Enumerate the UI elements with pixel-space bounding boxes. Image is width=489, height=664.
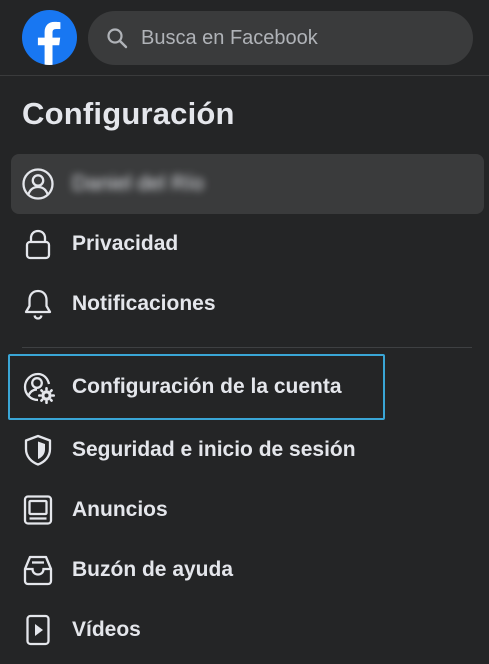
menu-item-notifications[interactable]: Notificaciones: [11, 274, 484, 334]
menu-item-profile[interactable]: Daniel del Río: [11, 154, 484, 214]
divider: [22, 347, 472, 348]
user-gear-icon: [21, 370, 55, 404]
monitor-icon: [21, 493, 55, 527]
menu-item-support-inbox[interactable]: Buzón de ayuda: [11, 540, 484, 600]
shield-icon: [21, 433, 55, 467]
menu-item-label: Seguridad e inicio de sesión: [72, 438, 356, 461]
bell-icon: [21, 287, 55, 321]
menu-item-videos[interactable]: Vídeos: [11, 600, 484, 660]
menu-item-ads[interactable]: Anuncios: [11, 480, 484, 540]
facebook-logo[interactable]: [22, 10, 77, 65]
inbox-icon: [21, 553, 55, 587]
menu-item-label: Buzón de ayuda: [72, 558, 234, 581]
facebook-f-icon: [37, 21, 61, 65]
menu-item-label: Notificaciones: [72, 292, 216, 315]
menu-item-label: Vídeos: [72, 618, 141, 641]
menu-item-privacy[interactable]: Privacidad: [11, 214, 484, 274]
video-icon: [21, 613, 55, 647]
menu-item-label: Privacidad: [72, 232, 179, 255]
menu-item-security[interactable]: Seguridad e inicio de sesión: [11, 420, 484, 480]
user-circle-icon: [21, 167, 55, 201]
top-bar: [0, 0, 489, 76]
search-bar[interactable]: [88, 11, 473, 65]
page-title: Configuración: [22, 96, 235, 131]
search-input[interactable]: [139, 25, 463, 51]
lock-icon: [21, 227, 55, 261]
menu-item-account-settings[interactable]: Configuración de la cuenta: [8, 354, 385, 420]
menu-item-label: Anuncios: [72, 498, 168, 521]
menu-item-label: Configuración de la cuenta: [72, 375, 342, 398]
search-icon: [105, 26, 129, 50]
profile-name: Daniel del Río: [72, 172, 204, 195]
